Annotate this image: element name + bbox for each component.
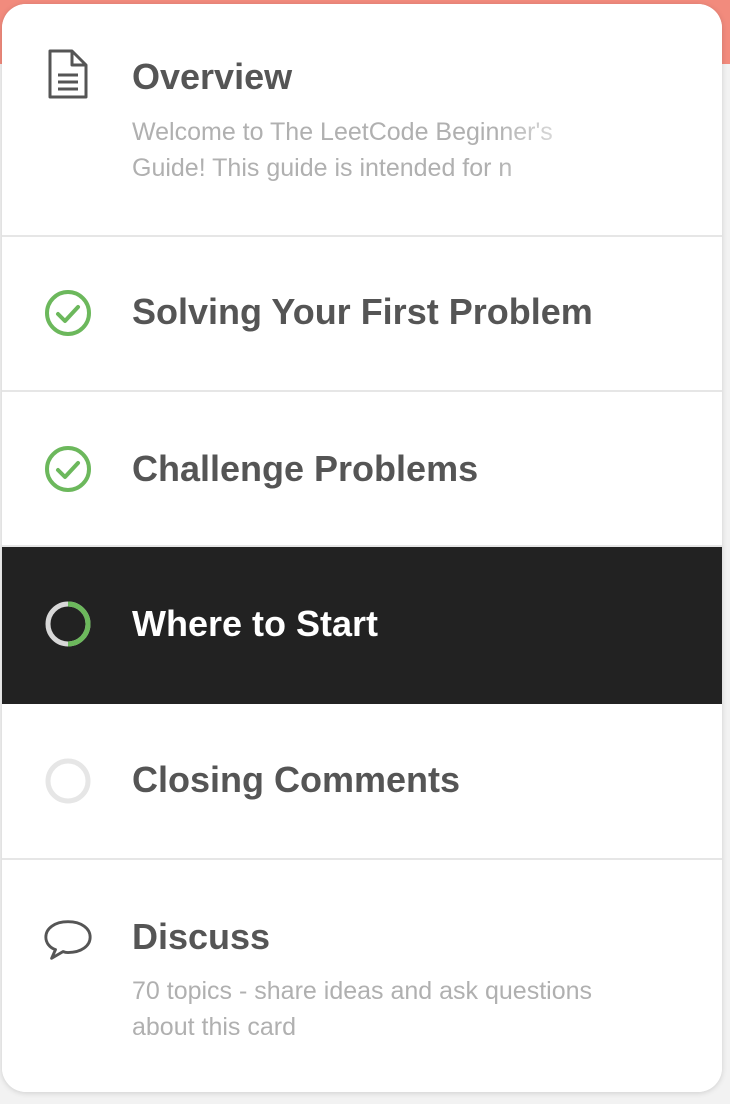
chapter-item-overview[interactable]: Overview Welcome to The LeetCode Beginne…: [2, 4, 722, 237]
chapter-title: Closing Comments: [132, 759, 461, 800]
description-line: Welcome to The LeetCode Beginner's: [132, 118, 553, 146]
document-icon: [42, 48, 94, 100]
chapter-title: Where to Start: [132, 603, 379, 644]
chapter-title: Discuss: [132, 916, 271, 957]
chapter-item-where-to-start[interactable]: Where to Start: [2, 547, 722, 704]
chapter-item-discuss[interactable]: Discuss 70 topics - share ideas and ask …: [2, 860, 722, 1092]
chapter-item-solving-first-problem[interactable]: Solving Your First Problem: [2, 237, 722, 392]
progress-circle-icon: [42, 598, 94, 650]
chapter-title: Overview: [132, 56, 293, 97]
chapter-description: 70 topics - share ideas and ask question…: [132, 973, 692, 1045]
description-line: about this card: [132, 1013, 296, 1041]
chapter-title: Challenge Problems: [132, 448, 479, 489]
chat-bubble-icon: [42, 914, 94, 966]
check-circle-icon: [42, 287, 94, 339]
chapter-item-closing-comments[interactable]: Closing Comments: [2, 704, 722, 860]
empty-circle-icon: [42, 755, 94, 807]
chapter-list-card: Overview Welcome to The LeetCode Beginne…: [2, 4, 722, 1092]
chapter-title: Solving Your First Problem: [132, 291, 593, 332]
description-line: Guide! This guide is intended for n: [132, 154, 513, 182]
chapter-item-challenge-problems[interactable]: Challenge Problems: [2, 392, 722, 547]
description-line: 70 topics - share ideas and ask question…: [132, 977, 592, 1005]
check-circle-icon: [42, 443, 94, 495]
chapter-description: Welcome to The LeetCode Beginner's Guide…: [132, 114, 652, 186]
